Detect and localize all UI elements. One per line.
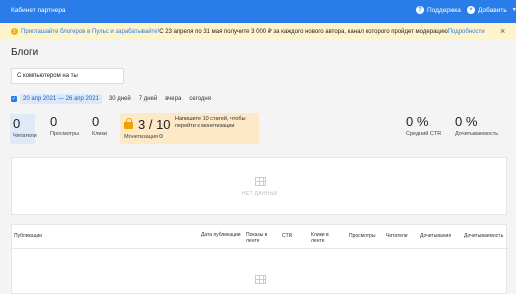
ctr-label: Средний CTR xyxy=(406,131,442,137)
stat-views[interactable]: 0 Просмотры xyxy=(50,114,79,137)
info-icon[interactable] xyxy=(159,134,163,138)
support-label: Поддержка xyxy=(427,6,461,14)
no-data-text: НЕТ ДАННЫХ xyxy=(241,191,279,197)
col-impressions[interactable]: Показы в ленте xyxy=(246,232,276,244)
views-value: 0 xyxy=(50,114,58,129)
col-reads[interactable]: Дочитывания xyxy=(420,233,451,239)
stat-readers[interactable]: 0 Читатели xyxy=(10,114,37,144)
promo-banner: ! Приглашайте блогеров в Пульс и зарабат… xyxy=(0,23,516,40)
col-publications[interactable]: Публикации xyxy=(14,233,42,239)
table-icon xyxy=(255,177,266,186)
readers-label: Читатели xyxy=(13,133,37,139)
stat-readthrough[interactable]: 0 % Дочитываемость xyxy=(455,114,498,137)
monetization-hint: Напишите 10 статей, чтобы перейти к моне… xyxy=(175,116,246,129)
period-option-yesterday[interactable]: вчера xyxy=(165,96,181,102)
date-range[interactable]: 20 апр 2021 — 26 апр 2021 xyxy=(20,94,102,104)
table-header: Публикации Дата публикации Показы в лент… xyxy=(12,225,508,249)
col-readers[interactable]: Читатели xyxy=(386,233,408,239)
blog-select[interactable]: С компьютером на ты xyxy=(11,68,124,84)
period-option-7d[interactable]: 7 дней xyxy=(139,96,158,102)
col-date[interactable]: Дата публикации xyxy=(201,232,241,238)
col-views[interactable]: Просмотры xyxy=(349,233,375,239)
monetization-progress: 3 / 10 xyxy=(138,117,171,132)
close-icon[interactable]: × xyxy=(500,26,505,36)
monetization-label: Монетизация xyxy=(124,134,158,140)
details-link[interactable]: Подробности xyxy=(448,29,485,35)
publications-table: Публикации Дата публикации Показы в лент… xyxy=(11,224,508,294)
clicks-label: Клики xyxy=(92,131,107,137)
period-option-today[interactable]: сегодня xyxy=(189,96,211,102)
readthrough-value: 0 % xyxy=(455,114,478,129)
app-title[interactable]: Кабинет партнера xyxy=(11,7,66,14)
stat-clicks[interactable]: 0 Клики xyxy=(92,114,107,137)
promo-text: С 23 апреля по 31 мая получите 3 000 ₽ з… xyxy=(159,29,448,35)
chart-panel: НЕТ ДАННЫХ xyxy=(11,157,507,215)
period-option-30d[interactable]: 30 дней xyxy=(109,96,131,102)
warning-icon: ! xyxy=(11,28,18,35)
plus-icon: + xyxy=(467,6,475,14)
page-title: Блоги xyxy=(11,47,39,58)
add-label: Добавить xyxy=(478,6,507,14)
col-readthrough[interactable]: Дочитываемость xyxy=(464,233,503,239)
col-ctr[interactable]: CTR xyxy=(282,233,292,239)
question-icon: ? xyxy=(416,6,424,14)
table-icon xyxy=(255,275,266,284)
ctr-value: 0 % xyxy=(406,114,429,129)
promo-link[interactable]: Приглашайте блогеров в Пульс и зарабатыв… xyxy=(21,29,159,35)
period-selector: ✓ 20 апр 2021 — 26 апр 2021 30 дней 7 дн… xyxy=(11,94,219,104)
lock-icon xyxy=(124,118,133,129)
top-bar: Кабинет партнера ? Поддержка + Добавить … xyxy=(0,0,516,23)
col-feed-clicks[interactable]: Клики в ленте xyxy=(311,232,343,244)
stat-ctr[interactable]: 0 % Средний CTR xyxy=(406,114,441,137)
support-link[interactable]: ? Поддержка xyxy=(416,6,461,14)
add-button[interactable]: + Добавить ▼ xyxy=(467,6,516,14)
monetization-card[interactable]: 3 / 10 Напишите 10 статей, чтобы перейти… xyxy=(120,113,259,144)
period-checkbox[interactable]: ✓ xyxy=(11,96,17,102)
monetization-label-row: Монетизация xyxy=(124,134,163,140)
chevron-down-icon: ▼ xyxy=(511,7,516,13)
clicks-value: 0 xyxy=(92,114,100,129)
views-label: Просмотры xyxy=(50,131,80,137)
readthrough-label: Дочитываемость xyxy=(455,131,499,137)
readers-value: 0 xyxy=(13,116,21,131)
